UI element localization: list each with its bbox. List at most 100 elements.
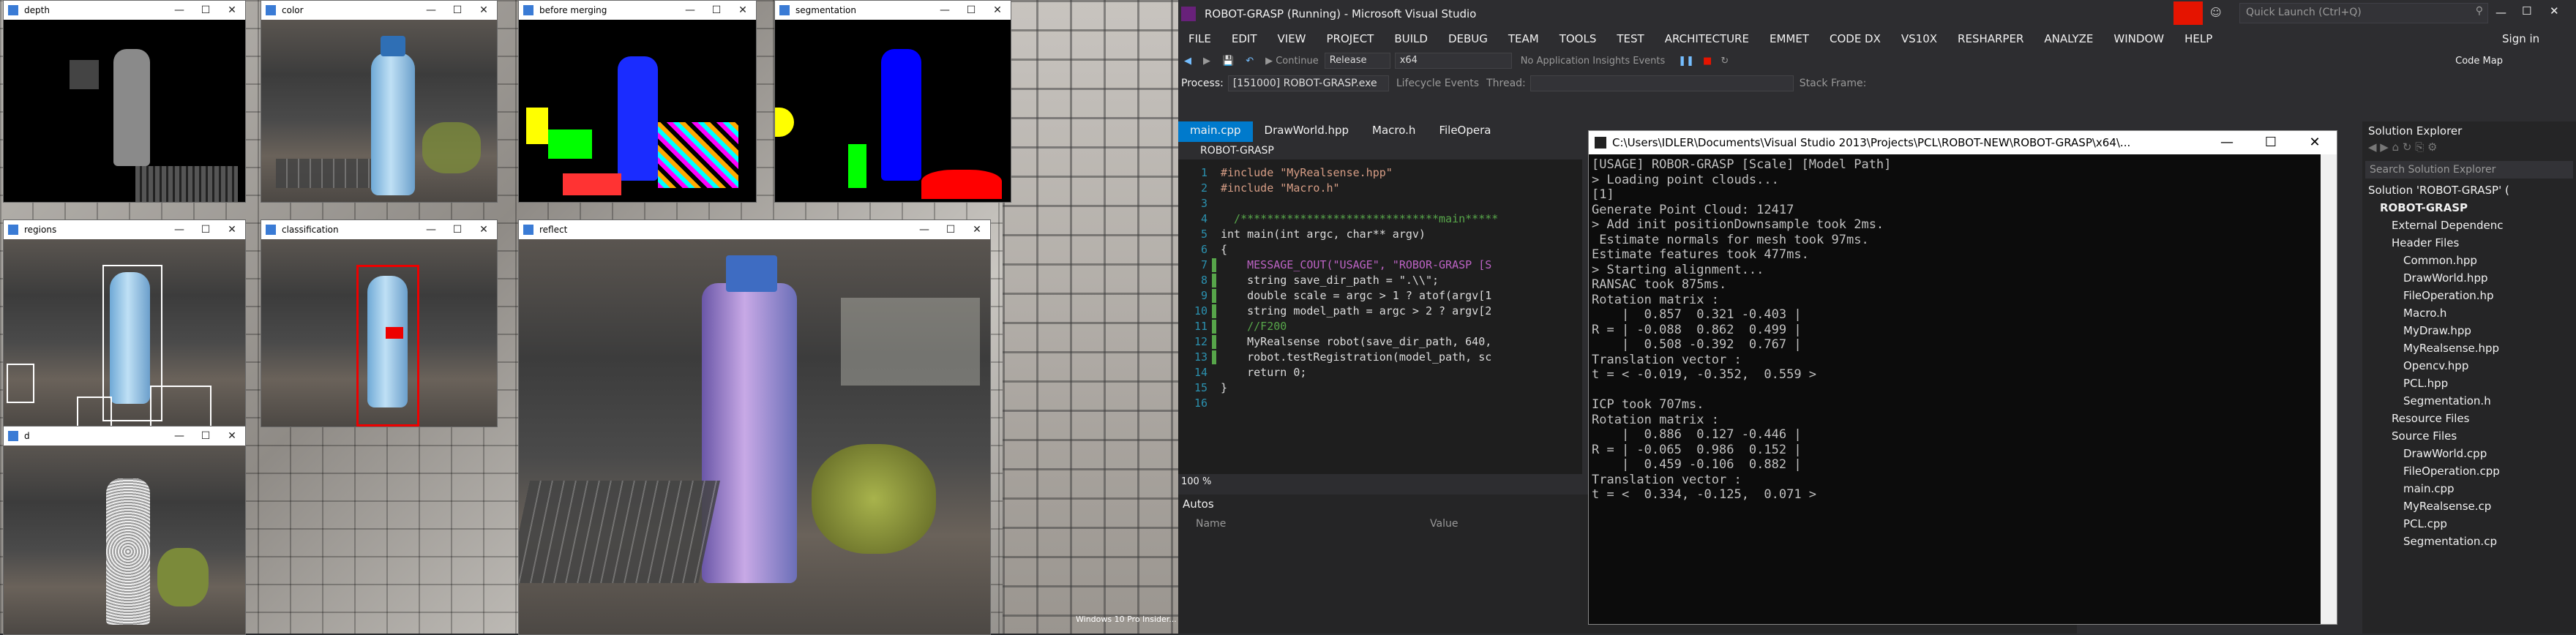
code-line[interactable]: 5 int main(int argc, char** argv) — [1178, 227, 1582, 242]
before-merging-window[interactable]: before merging — ☐ ✕ — [518, 0, 757, 203]
autos-column-name[interactable]: Name — [1196, 518, 1430, 530]
solution-tree-item[interactable]: Segmentation.cp — [2362, 533, 2576, 550]
solution-tree-item[interactable]: Header Files — [2362, 234, 2576, 252]
scope-bar[interactable]: ROBOT-GRASP — [1178, 142, 1582, 159]
solution-tree-item[interactable]: Common.hpp — [2362, 252, 2576, 269]
vs-titlebar[interactable]: ROBOT-GRASP (Running) - Microsoft Visual… — [1178, 0, 2576, 28]
maximize-icon[interactable]: ☐ — [444, 220, 471, 239]
solution-tree-item[interactable]: FileOperation.cpp — [2362, 462, 2576, 480]
code-line[interactable]: 16 — [1178, 396, 1582, 411]
solution-tree-item[interactable]: DrawWorld.hpp — [2362, 269, 2576, 287]
close-icon[interactable]: ✕ — [964, 220, 990, 239]
minimize-icon[interactable]: — — [932, 1, 958, 20]
console-titlebar[interactable]: C:\Users\IDLER\Documents\Visual Studio 2… — [1589, 131, 2337, 154]
close-icon[interactable]: ✕ — [471, 1, 497, 20]
quick-launch-input[interactable]: Quick Launch (Ctrl+Q) ⚲ — [2239, 3, 2488, 23]
restart-icon[interactable]: ↻ — [1716, 56, 1733, 67]
menu-item[interactable]: TEST — [1606, 32, 1654, 45]
undo-icon[interactable]: ↶ — [1240, 56, 1259, 67]
close-icon[interactable]: ✕ — [2550, 4, 2559, 18]
minimize-icon[interactable]: — — [418, 1, 444, 20]
menu-item[interactable]: ARCHITECTURE — [1655, 32, 1759, 45]
segmentation-titlebar[interactable]: segmentation — ☐ ✕ — [775, 1, 1011, 20]
solution-tree-item[interactable]: MyRealsense.cp — [2362, 497, 2576, 515]
code-line[interactable]: 4 /******************************main***… — [1178, 211, 1582, 227]
before-merging-titlebar[interactable]: before merging — ☐ ✕ — [519, 1, 756, 20]
solution-tree-item[interactable]: ROBOT-GRASP — [2362, 199, 2576, 217]
solution-tree-item[interactable]: PCL.cpp — [2362, 515, 2576, 533]
menu-item[interactable]: TOOLS — [1549, 32, 1607, 45]
close-icon[interactable]: ✕ — [2293, 131, 2337, 154]
maximize-icon[interactable]: ☐ — [937, 220, 964, 239]
minimize-icon[interactable]: — — [2205, 131, 2249, 154]
maximize-icon[interactable]: ☐ — [2522, 4, 2531, 18]
d-window[interactable]: d — ☐ ✕ — [3, 426, 246, 635]
process-dropdown[interactable]: [151000] ROBOT-GRASP.exe — [1227, 75, 1389, 91]
solution-search-input[interactable]: Search Solution Explorer — [2365, 161, 2573, 179]
code-line[interactable]: 8 string save_dir_path = ".\\"; — [1178, 273, 1582, 288]
insights-button[interactable]: No Application Insights Events — [1512, 56, 1674, 67]
segmentation-window[interactable]: segmentation — ☐ ✕ — [774, 0, 1011, 203]
minimize-icon[interactable]: — — [677, 1, 703, 20]
close-icon[interactable]: ✕ — [219, 1, 245, 20]
continue-button[interactable]: ▶ Continue — [1259, 56, 1325, 67]
code-editor[interactable]: 1 #include "MyRealsense.hpp" 2 #include "Ma… — [1178, 159, 1582, 474]
code-line[interactable]: 1 #include "MyRealsense.hpp" — [1178, 165, 1582, 181]
editor-tab[interactable]: main.cpp — [1178, 121, 1253, 142]
editor-tab[interactable]: FileOpera — [1427, 121, 1502, 142]
menu-item[interactable]: DEBUG — [1438, 32, 1498, 45]
zoom-level[interactable]: 100 % — [1181, 476, 1211, 487]
menu-item[interactable]: PROJECT — [1317, 32, 1385, 45]
menu-item[interactable]: BUILD — [1384, 32, 1438, 45]
color-titlebar[interactable]: color — ☐ ✕ — [261, 1, 497, 20]
code-line[interactable]: 3 — [1178, 196, 1582, 211]
menu-item[interactable]: VS10X — [1891, 32, 1947, 45]
code-line[interactable]: 7 MESSAGE_COUT("USAGE", "ROBOR-GRASP [S — [1178, 258, 1582, 273]
code-line[interactable]: 12 MyRealsense robot(save_dir_path, 640, — [1178, 334, 1582, 350]
console-scrollbar[interactable] — [2321, 154, 2337, 624]
sign-in-link[interactable]: Sign in — [2492, 32, 2550, 45]
code-line[interactable]: 9 double scale = argc > 1 ? atof(argv[1 — [1178, 288, 1582, 304]
code-line[interactable]: 15} — [1178, 380, 1582, 396]
stop-icon[interactable]: ■ — [1699, 56, 1716, 67]
code-line[interactable]: 13 robot.testRegistration(model_path, sc — [1178, 350, 1582, 365]
solution-tree-item[interactable]: FileOperation.hp — [2362, 287, 2576, 304]
solution-tree-item[interactable]: Resource Files — [2362, 410, 2576, 427]
console-window[interactable]: C:\Users\IDLER\Documents\Visual Studio 2… — [1588, 130, 2337, 625]
minimize-icon[interactable]: — — [2496, 6, 2506, 19]
solution-tree-item[interactable]: Opencv.hpp — [2362, 357, 2576, 375]
minimize-icon[interactable]: — — [911, 220, 937, 239]
code-line[interactable]: 6{ — [1178, 242, 1582, 258]
feedback-icon[interactable]: ☺ — [2210, 6, 2225, 20]
code-line[interactable]: 14 return 0; — [1178, 365, 1582, 380]
d-titlebar[interactable]: d — ☐ ✕ — [4, 427, 245, 446]
platform-dropdown[interactable]: x64 — [1394, 53, 1512, 69]
solution-tree-item[interactable]: main.cpp — [2362, 480, 2576, 497]
close-icon[interactable]: ✕ — [219, 220, 245, 239]
menu-item[interactable]: TEAM — [1498, 32, 1549, 45]
maximize-icon[interactable]: ☐ — [444, 1, 471, 20]
editor-tab[interactable]: DrawWorld.hpp — [1253, 121, 1360, 142]
maximize-icon[interactable]: ☐ — [2249, 131, 2293, 154]
code-line[interactable]: 2 #include "Macro.h" — [1178, 181, 1582, 196]
autos-column-value[interactable]: Value — [1430, 518, 1458, 530]
minimize-icon[interactable]: — — [166, 220, 192, 239]
menu-item[interactable]: FILE — [1178, 32, 1221, 45]
menu-item[interactable]: ANALYZE — [2034, 32, 2103, 45]
thread-dropdown[interactable] — [1530, 75, 1794, 91]
menu-item[interactable]: WINDOW — [2103, 32, 2174, 45]
menu-item[interactable]: CODE DX — [1819, 32, 1891, 45]
pause-icon[interactable]: ❚❚ — [1674, 56, 1699, 67]
classification-titlebar[interactable]: classification — ☐ ✕ — [261, 220, 497, 239]
close-icon[interactable]: ✕ — [730, 1, 756, 20]
solution-tree-item[interactable]: External Dependenc — [2362, 217, 2576, 234]
maximize-icon[interactable]: ☐ — [192, 220, 219, 239]
regions-titlebar[interactable]: regions — ☐ ✕ — [4, 220, 245, 239]
notification-flag-icon[interactable] — [2174, 1, 2203, 25]
config-dropdown[interactable]: Release — [1324, 53, 1390, 69]
solution-tree-item[interactable]: Macro.h — [2362, 304, 2576, 322]
back-icon[interactable]: ◀ — [1178, 56, 1197, 67]
depth-titlebar[interactable]: depth — ☐ ✕ — [4, 1, 245, 20]
maximize-icon[interactable]: ☐ — [192, 1, 219, 20]
solution-tree-item[interactable]: Source Files — [2362, 427, 2576, 445]
